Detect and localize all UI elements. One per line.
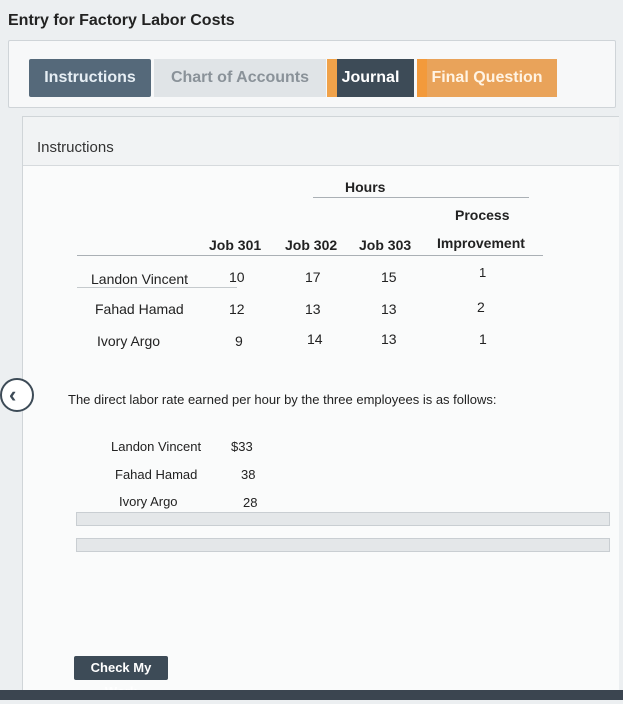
header-divider — [77, 255, 543, 256]
col-improvement: Improvement — [437, 235, 525, 251]
footer-edge — [0, 690, 623, 700]
rate-name: Ivory Argo — [119, 494, 178, 509]
rate-name: Fahad Hamad — [115, 467, 198, 482]
rate-value: 28 — [243, 495, 258, 510]
cell-value: 13 — [381, 331, 397, 347]
check-my-work-button[interactable]: Check My Work — [74, 656, 168, 699]
cell-value: 14 — [307, 331, 323, 347]
tab-instructions[interactable]: Instructions — [29, 59, 151, 97]
tab-journal-label: Journal — [341, 69, 400, 86]
hours-header: Hours — [345, 179, 386, 195]
row-name: Landon Vincent — [91, 271, 189, 287]
rates-description: The direct labor rate earned per hour by… — [68, 392, 497, 407]
cell-value: 9 — [235, 333, 243, 349]
cell-value: 15 — [381, 269, 397, 285]
col-job-301: Job 301 — [209, 237, 262, 253]
page-title: Entry for Factory Labor Costs — [8, 12, 235, 29]
row-divider — [77, 287, 237, 288]
rate-value: 38 — [241, 467, 256, 482]
chevron-left-icon: ‹ — [9, 382, 17, 407]
tab-final-question-label: Final Question — [431, 69, 543, 86]
col-process: Process — [455, 207, 510, 223]
cell-value: 2 — [477, 299, 485, 315]
cell-value: 13 — [381, 301, 397, 317]
cell-value: 17 — [305, 269, 321, 285]
cell-value: 1 — [479, 265, 487, 280]
scroll-divider — [76, 512, 610, 526]
back-arrow-button[interactable]: ‹ — [0, 378, 34, 412]
scroll-divider — [76, 538, 610, 552]
col-job-303: Job 303 — [359, 237, 412, 253]
cell-value: 1 — [479, 331, 487, 347]
cell-value: 12 — [229, 301, 245, 317]
section-title: Instructions — [37, 139, 114, 156]
tab-bar: Instructions Chart of Accounts Journal F… — [8, 40, 616, 108]
row-name: Fahad Hamad — [95, 301, 184, 317]
tab-final-question[interactable]: Final Question — [417, 59, 557, 97]
panel-header: Instructions — [23, 117, 619, 166]
hours-divider — [313, 197, 529, 198]
row-name: Ivory Argo — [97, 333, 161, 349]
rate-value: $33 — [231, 439, 253, 454]
cell-value: 10 — [229, 269, 245, 285]
flag-icon — [327, 59, 337, 97]
tab-journal[interactable]: Journal — [327, 59, 414, 97]
tab-chart-of-accounts[interactable]: Chart of Accounts — [154, 59, 326, 97]
cell-value: 13 — [305, 301, 321, 317]
col-job-302: Job 302 — [285, 237, 338, 253]
flag-icon — [417, 59, 427, 97]
rate-name: Landon Vincent — [111, 439, 202, 454]
